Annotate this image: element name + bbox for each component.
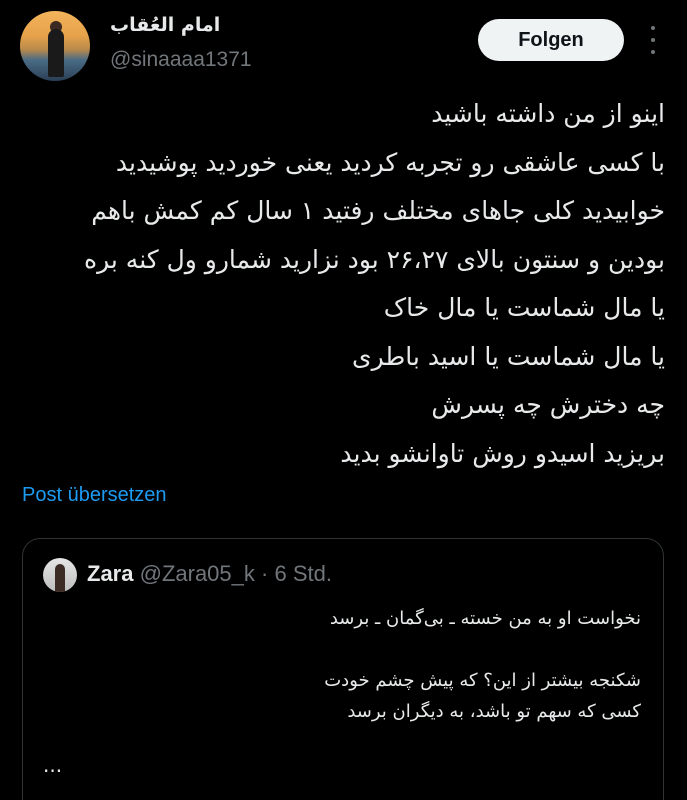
more-vertical-icon[interactable] (643, 26, 663, 54)
quoted-post-card[interactable]: Zara @Zara05_k · 6 Std. نخواست او به من … (22, 538, 664, 800)
quoted-post-header: Zara @Zara05_k · 6 Std. (87, 561, 332, 587)
tweet-line: بریزید اسیدو روش تاوانشو بدید (340, 438, 665, 468)
quoted-author-avatar (43, 558, 77, 592)
tweet-line: با کسی عاشقی رو تجربه کردید یعنی خوردید … (115, 147, 665, 177)
more-dot-bottom (651, 50, 655, 54)
more-dot-top (651, 26, 655, 30)
quote-line (41, 634, 641, 665)
tweet-text: اینو از من داشته باشید با کسی عاشقی رو ت… (15, 90, 665, 478)
quoted-avatar-figure (55, 564, 65, 592)
tweet-line: یا مال شماست یا مال خاک (383, 293, 665, 322)
tweet-line: بودین و سنتون بالای ۲۶،۲۷ بود نزارید شما… (84, 244, 665, 274)
translate-post-link[interactable]: Post übersetzen (22, 484, 167, 507)
avatar-figure-body (48, 29, 64, 77)
more-dot-middle (651, 38, 655, 42)
quoted-post-time: 6 Std. (274, 561, 332, 586)
author-handle[interactable]: @sinaaaa1371 (110, 48, 252, 72)
author-display-name[interactable]: امام العُقاب (110, 14, 220, 36)
follow-button[interactable]: Folgen (478, 19, 624, 61)
truncation-ellipsis: ... (43, 753, 63, 777)
tweet-line: یا مال شماست یا اسید باطری (352, 341, 665, 371)
quote-line: شکنجه بیشتر از این؟ که پیش چشم خودت (324, 670, 641, 691)
tweet-line: خوابیدید کلی جاهای مختلف رفتید ۱ سال کم … (91, 196, 665, 225)
quoted-author-name: Zara (87, 561, 134, 586)
header-separator: · (261, 561, 269, 586)
tweet-line: چه دخترش چه پسرش (431, 390, 665, 419)
quoted-post-text: نخواست او به من خسته ـ بی‌گمان ـ برسد شک… (41, 603, 641, 727)
author-avatar[interactable] (20, 11, 90, 81)
quote-line: کسی که سهم تو باشد، به دیگران برسد (347, 701, 641, 722)
quote-line: نخواست او به من خسته ـ بی‌گمان ـ برسد (329, 608, 641, 629)
quoted-author-handle: @Zara05_k (139, 561, 255, 586)
tweet-line: اینو از من داشته باشید (431, 99, 665, 128)
